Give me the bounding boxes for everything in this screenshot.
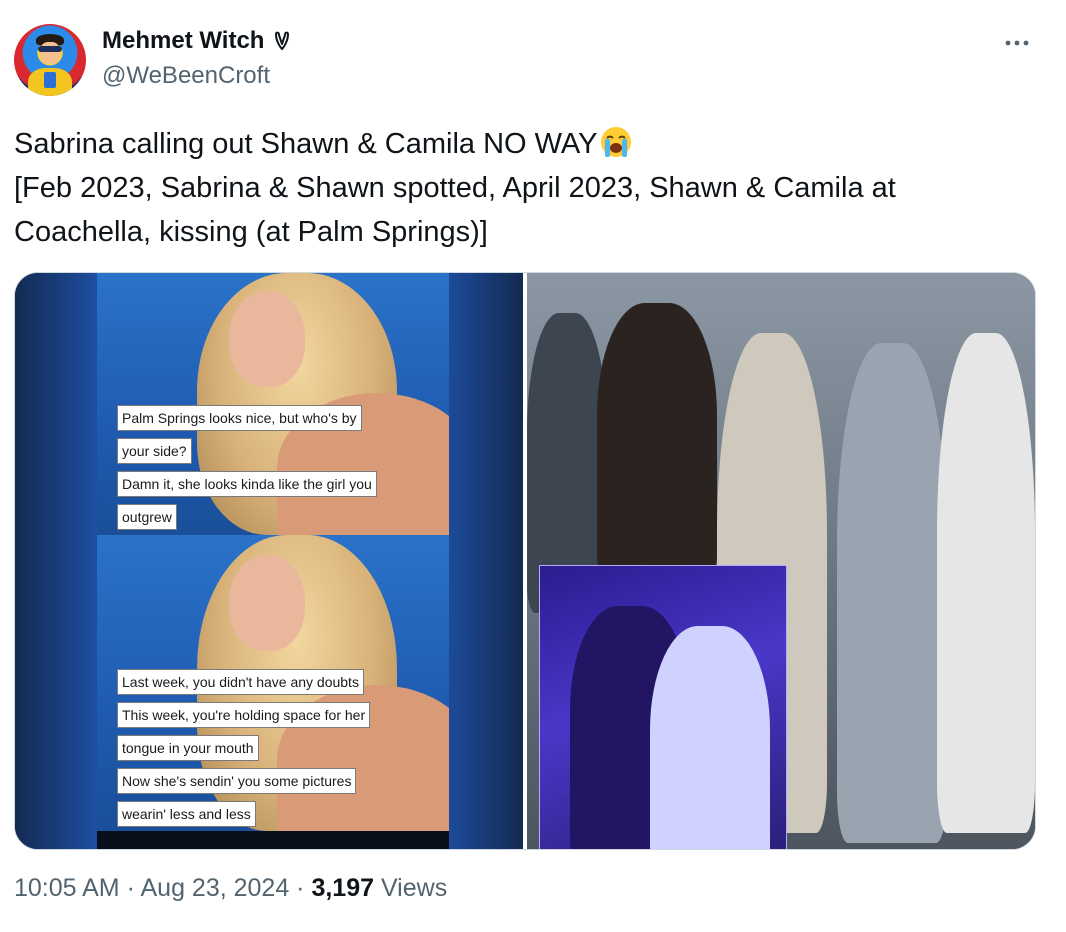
ribbon-badge-icon xyxy=(275,31,290,50)
views-count: 3,197 xyxy=(311,874,375,902)
inset-photo xyxy=(539,565,787,849)
avatar-emblem xyxy=(44,72,56,88)
tweet-time[interactable]: 10:05 AM xyxy=(14,874,120,902)
caption-line: tongue in your mouth xyxy=(117,735,259,761)
author-name-row: Mehmet Witch xyxy=(102,24,294,58)
tweet-line-2: [Feb 2023, Sabrina & Shawn spotted, Apri… xyxy=(14,172,896,204)
album-photo-top: Palm Springs looks nice, but who's by yo… xyxy=(97,273,449,535)
author-display-name[interactable]: Mehmet Witch xyxy=(102,24,264,58)
more-options-icon[interactable] xyxy=(1002,28,1032,58)
crowd-figure xyxy=(650,626,770,849)
album-photo-bottom: Last week, you didn't have any doubts Th… xyxy=(97,535,449,831)
author-handle[interactable]: @WeBeenCroft xyxy=(102,62,270,90)
tweet-line-1-text: Sabrina calling out Shawn & Camila NO WA… xyxy=(14,128,598,160)
crowd-figure xyxy=(837,343,947,843)
crowd-figure xyxy=(937,333,1035,833)
crowd-figure xyxy=(597,303,717,583)
caption-line: Palm Springs looks nice, but who's by xyxy=(117,405,362,431)
tweet-text: Sabrina calling out Shawn & Camila NO WA… xyxy=(14,122,1014,254)
caption-line: your side? xyxy=(117,438,192,464)
caption-block-top: Palm Springs looks nice, but who's by yo… xyxy=(117,405,377,535)
author-avatar[interactable] xyxy=(14,24,86,96)
meta-separator: · xyxy=(119,874,141,902)
media-image-right[interactable] xyxy=(527,273,1035,849)
tweet-date[interactable]: Aug 23, 2024 xyxy=(140,874,289,902)
tweet-line-1: Sabrina calling out Shawn & Camila NO WA… xyxy=(14,122,1014,166)
caption-line: outgrew xyxy=(117,504,177,530)
views-label: Views xyxy=(374,874,448,902)
tweet-line-3: Coachella, kissing (at Palm Springs)] xyxy=(14,216,488,248)
avatar-mask xyxy=(38,46,62,52)
media-image-left[interactable]: Palm Springs looks nice, but who's by yo… xyxy=(15,273,523,849)
photo-face-bottom xyxy=(229,555,305,651)
photo-face-top xyxy=(229,291,305,387)
meta-separator: · xyxy=(289,874,312,902)
caption-block-bottom: Last week, you didn't have any doubts Th… xyxy=(117,669,371,831)
caption-line: Damn it, she looks kinda like the girl y… xyxy=(117,471,377,497)
tweet-meta: 10:05 AM · Aug 23, 2024 · 3,197 Views xyxy=(14,874,447,903)
tweet-media[interactable]: Palm Springs looks nice, but who's by yo… xyxy=(14,272,1036,850)
caption-line: Last week, you didn't have any doubts xyxy=(117,669,364,695)
photo-bottom-bar xyxy=(97,831,449,849)
caption-line: wearin' less and less xyxy=(117,801,256,827)
loudly-crying-face-emoji-icon xyxy=(601,127,632,157)
caption-line: Now she's sendin' you some pictures xyxy=(117,768,357,794)
caption-line: This week, you're holding space for her xyxy=(117,702,371,728)
